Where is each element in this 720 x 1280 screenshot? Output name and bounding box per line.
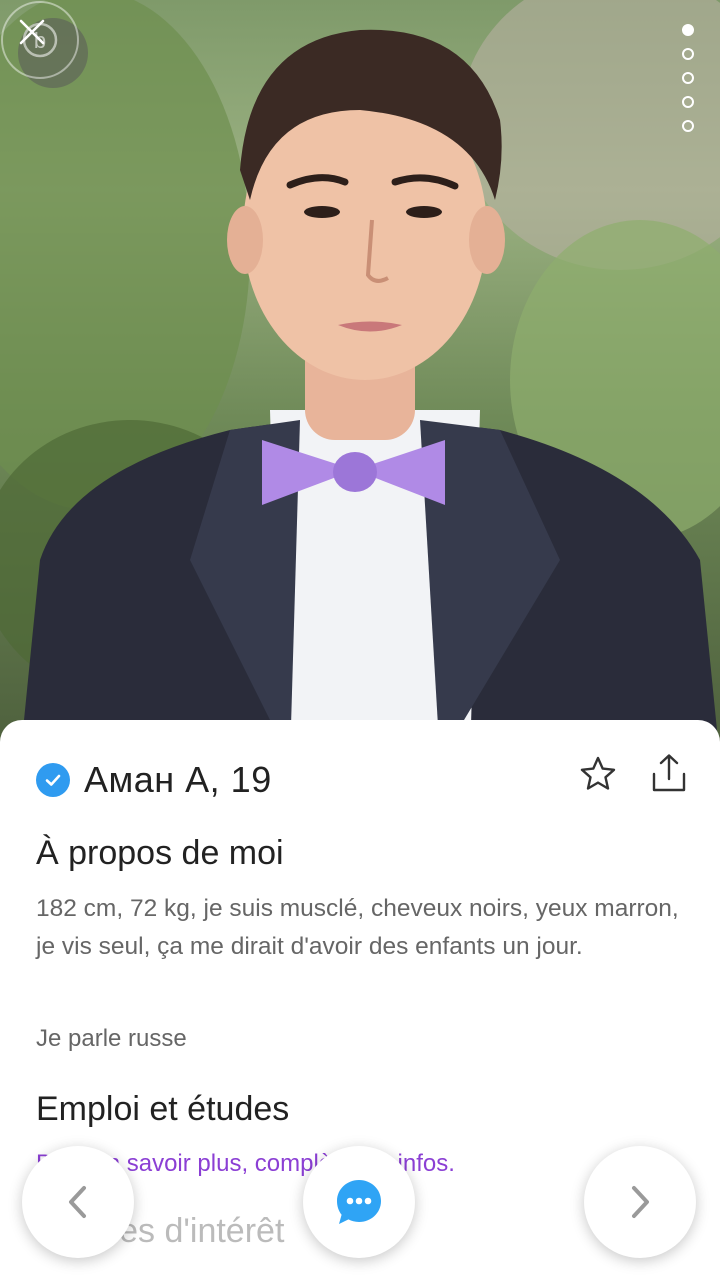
- languages-text: Je parle russe: [36, 1025, 187, 1052]
- favorite-star-icon[interactable]: [578, 754, 618, 794]
- chevron-right-icon: [632, 1186, 649, 1218]
- name-row: Аман А, 19: [36, 758, 272, 802]
- profile-name-age: Аман А, 19: [84, 759, 272, 800]
- chevron-left-icon: [69, 1186, 86, 1218]
- photo-dot-3[interactable]: [682, 72, 694, 84]
- verified-badge-icon: [36, 763, 70, 797]
- photo-dot-5[interactable]: [682, 120, 694, 132]
- chat-button[interactable]: [303, 1146, 415, 1258]
- about-text: 182 cm, 72 kg, je suis musclé, cheveux n…: [36, 895, 679, 960]
- svg-text:b: b: [34, 28, 46, 53]
- chat-bubble-icon: [337, 1180, 381, 1224]
- work-section-title: Emploi et études: [36, 1090, 290, 1128]
- about-section-title: À propos de moi: [36, 834, 284, 872]
- photo-page-indicator: [682, 24, 694, 132]
- photo-dot-4[interactable]: [682, 96, 694, 108]
- previous-profile-button[interactable]: [22, 1146, 134, 1258]
- photo-dot-1[interactable]: [682, 24, 694, 36]
- profile-photo[interactable]: b: [0, 0, 720, 760]
- badoo-watermark-logo: b: [1, 1, 79, 79]
- profile-photo-illustration: [0, 0, 720, 760]
- photo-dot-2[interactable]: [682, 48, 694, 60]
- next-profile-button[interactable]: [584, 1146, 696, 1258]
- share-icon[interactable]: [648, 752, 690, 794]
